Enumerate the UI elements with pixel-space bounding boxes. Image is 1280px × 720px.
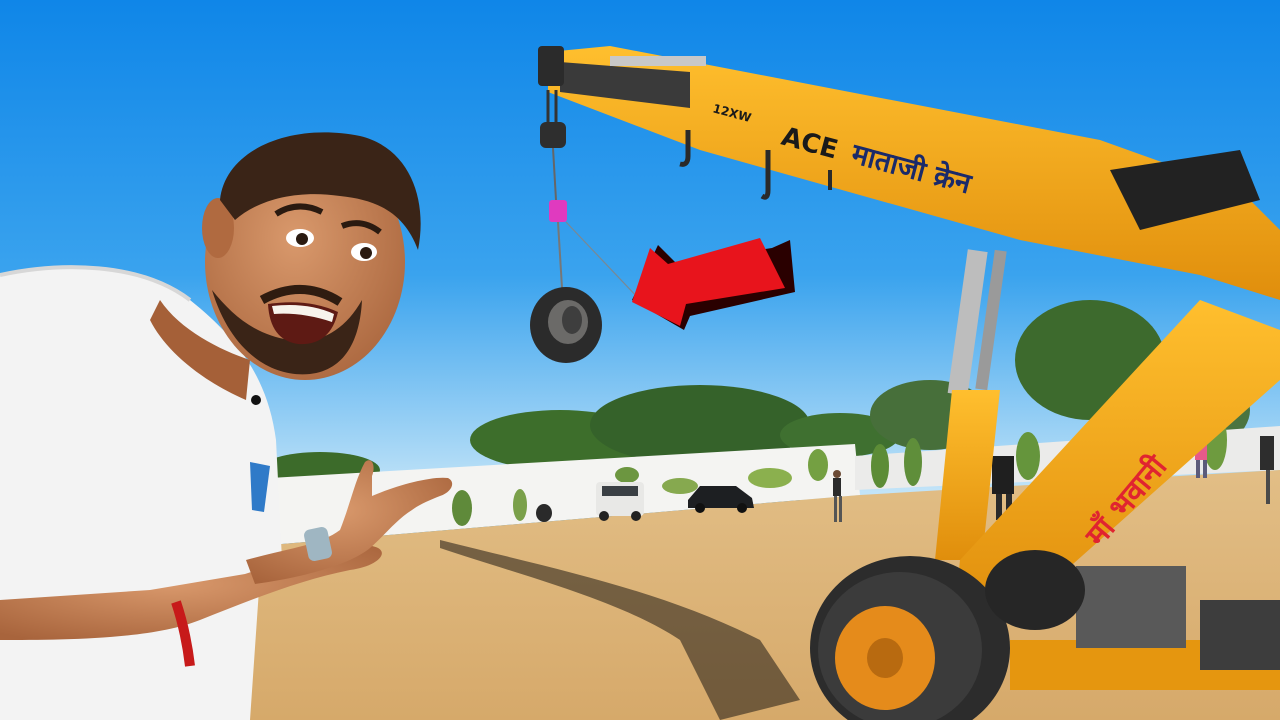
pink-hook-block xyxy=(549,200,567,222)
ground-tyre xyxy=(536,504,552,522)
thumbnail-scene: ACE 12XW माताजी क्रेन माँ भवानी xyxy=(0,0,1280,720)
lapel-mic xyxy=(251,395,261,405)
scene-illustration: ACE 12XW माताजी क्रेन माँ भवानी xyxy=(0,0,1280,720)
parked-suv xyxy=(596,482,644,521)
